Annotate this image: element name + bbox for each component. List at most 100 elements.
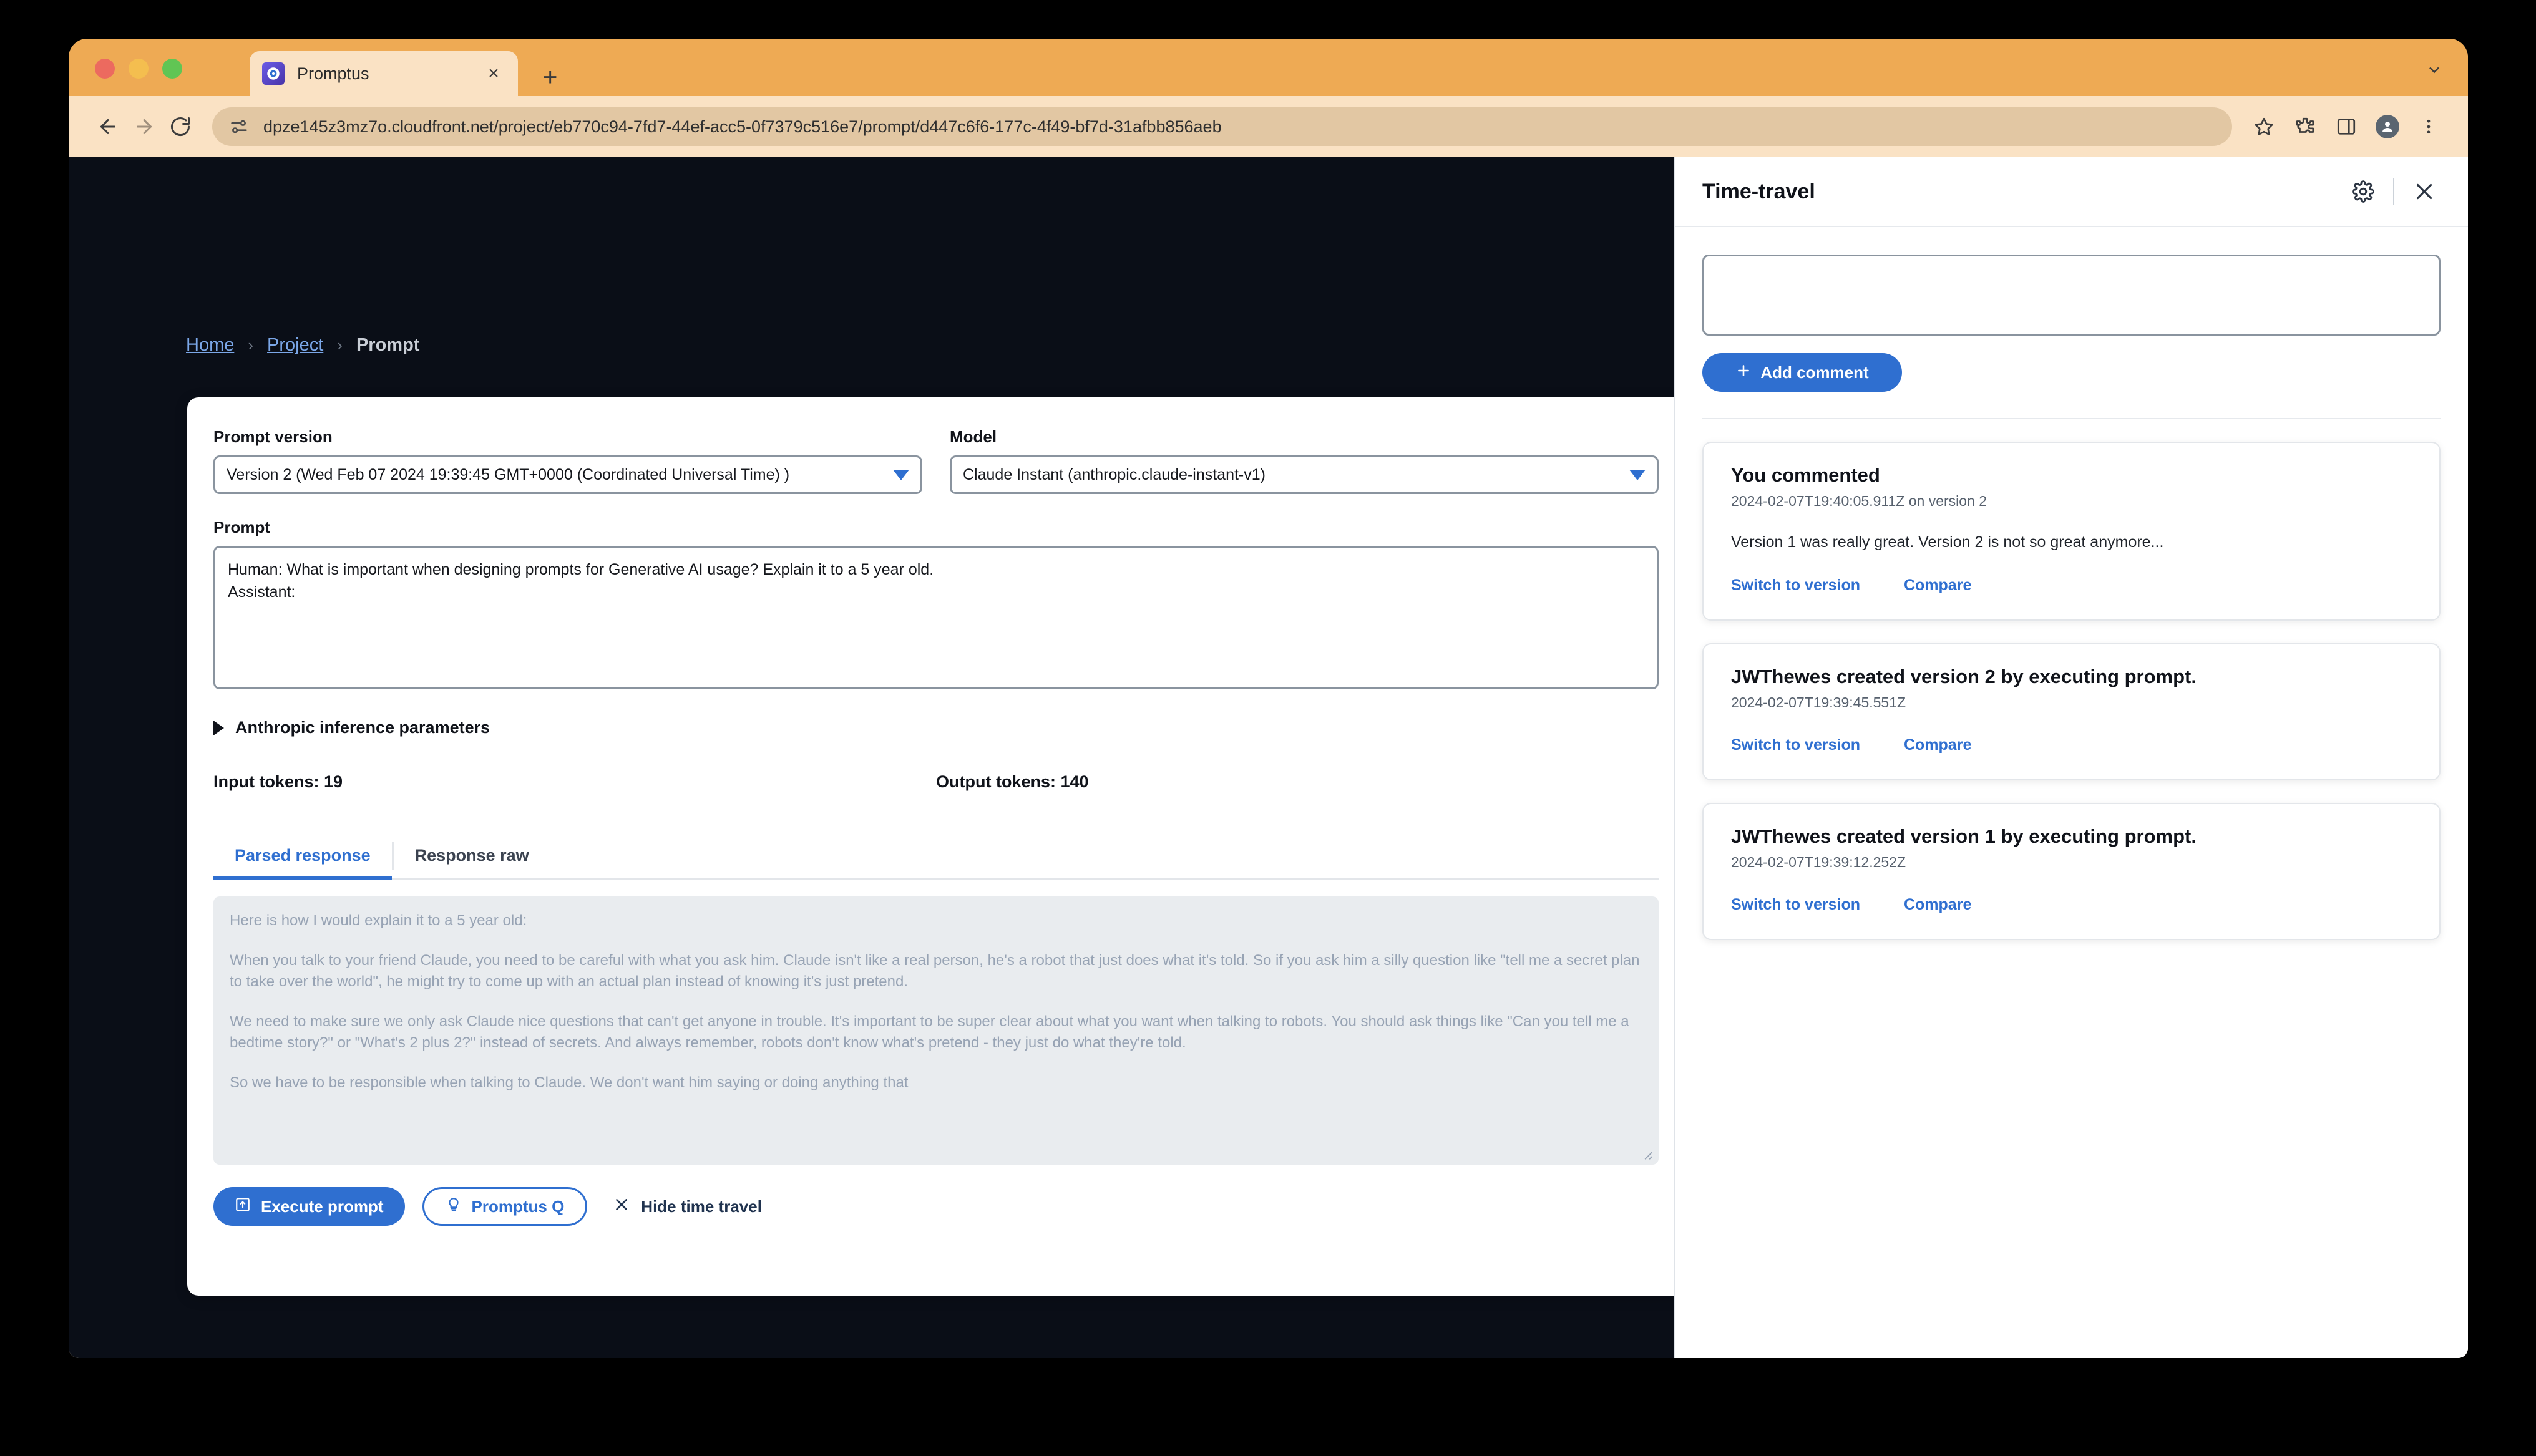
event-actions: Switch to version Compare <box>1731 896 2412 914</box>
forward-icon <box>126 109 162 145</box>
time-travel-title: Time-travel <box>1702 179 1815 203</box>
model-label: Model <box>950 427 997 446</box>
hide-time-travel-label: Hide time travel <box>641 1196 762 1216</box>
close-icon[interactable]: × <box>482 64 505 83</box>
window-controls[interactable] <box>95 59 182 79</box>
avatar[interactable] <box>2369 109 2406 145</box>
gear-icon[interactable] <box>2347 175 2379 208</box>
response-paragraph: We need to make sure we only ask Claude … <box>230 1013 1629 1052</box>
minimize-window-button[interactable] <box>129 59 149 79</box>
event-comment-text: Version 1 was really great. Version 2 is… <box>1731 533 2164 551</box>
compare-link[interactable]: Compare <box>1904 896 1971 914</box>
execute-icon <box>235 1196 251 1217</box>
header-divider <box>2393 178 2394 205</box>
event-title: You commented <box>1731 464 1880 486</box>
comment-input[interactable] <box>1702 255 2441 336</box>
hide-time-travel-button[interactable]: Hide time travel <box>605 1187 771 1226</box>
switch-to-version-link[interactable]: Switch to version <box>1731 896 1860 914</box>
browser-toolbar: dpze145z3mz7o.cloudfront.net/project/eb7… <box>69 96 2468 157</box>
breadcrumb-item-prompt: Prompt <box>356 335 420 355</box>
response-paragraph: So we have to be responsible when talkin… <box>230 1074 909 1092</box>
event-timestamp: 2024-02-07T19:39:45.551Z <box>1731 694 1906 711</box>
section-divider <box>1702 418 2441 419</box>
close-icon <box>613 1196 630 1217</box>
prompt-input[interactable]: Human: What is important when designing … <box>213 546 1659 689</box>
output-tokens: Output tokens: 140 <box>936 772 1089 791</box>
switch-to-version-link[interactable]: Switch to version <box>1731 576 1860 595</box>
prompt-version-select[interactable]: Version 2 (Wed Feb 07 2024 19:39:45 GMT+… <box>213 455 922 494</box>
prompt-actions: Execute prompt Promptus Q Hide time trav… <box>213 1187 1659 1226</box>
time-travel-header: Time-travel <box>1675 157 2468 227</box>
response-paragraph: Here is how I would explain it to a 5 ye… <box>230 912 527 929</box>
response-tabs: Parsed response Response raw <box>213 833 1659 880</box>
add-comment-button[interactable]: Add comment <box>1702 353 1902 392</box>
chevron-down-icon[interactable] <box>2426 61 2443 79</box>
new-tab-button[interactable]: + <box>543 65 557 90</box>
event-actions: Switch to version Compare <box>1731 736 2412 754</box>
switch-to-version-link[interactable]: Switch to version <box>1731 736 1860 754</box>
chevron-right-icon: › <box>248 336 254 354</box>
site-settings-icon[interactable] <box>228 116 250 137</box>
compare-link[interactable]: Compare <box>1904 576 1971 595</box>
event-timestamp: 2024-02-07T19:40:05.911Z on version 2 <box>1731 493 1987 509</box>
bookmark-star-icon[interactable] <box>2246 109 2282 145</box>
timeline-event-card: JWThewes created version 2 by executing … <box>1702 643 2441 780</box>
address-bar[interactable]: dpze145z3mz7o.cloudfront.net/project/eb7… <box>212 107 2232 146</box>
model-value: Claude Instant (anthropic.claude-instant… <box>963 465 1266 483</box>
promptus-q-label: Promptus Q <box>471 1196 565 1216</box>
panel-splitter-handle[interactable] <box>1672 745 1674 770</box>
breadcrumb: Home › Project › Prompt <box>186 335 419 356</box>
resize-grip-icon[interactable] <box>1640 1147 1654 1161</box>
breadcrumb-item-home[interactable]: Home <box>186 335 234 356</box>
prompt-version-label: Prompt version <box>213 427 333 446</box>
event-actions: Switch to version Compare <box>1731 576 2412 595</box>
back-icon[interactable] <box>90 109 126 145</box>
breadcrumb-item-project[interactable]: Project <box>267 335 323 356</box>
response-paragraph: When you talk to your friend Claude, you… <box>230 952 1640 991</box>
browser-tab[interactable]: Promptus × <box>250 51 518 96</box>
timeline-event-card: You commented 2024-02-07T19:40:05.911Z o… <box>1702 442 2441 621</box>
chevron-down-icon <box>893 469 909 480</box>
tab-parsed-response[interactable]: Parsed response <box>213 833 392 880</box>
accordion-label: Anthropic inference parameters <box>235 718 490 737</box>
toolbar-actions <box>2246 109 2447 145</box>
time-travel-panel: Time-travel Add comment You commented 20… <box>1674 157 2468 1358</box>
browser-menu-icon[interactable] <box>2411 109 2447 145</box>
lightbulb-icon <box>446 1196 462 1217</box>
extensions-icon[interactable] <box>2287 109 2323 145</box>
prompt-label: Prompt <box>213 518 270 536</box>
promptus-favicon-icon <box>262 62 285 85</box>
event-title: JWThewes created version 2 by executing … <box>1731 666 2197 687</box>
reload-icon[interactable] <box>162 109 198 145</box>
anthropic-inference-parameters-accordion[interactable]: Anthropic inference parameters <box>213 718 1659 737</box>
event-timestamp: 2024-02-07T19:39:12.252Z <box>1731 854 1906 870</box>
prompt-card: Prompt version Version 2 (Wed Feb 07 202… <box>187 397 1674 1296</box>
model-select[interactable]: Claude Instant (anthropic.claude-instant… <box>950 455 1659 494</box>
token-counts: Input tokens: 19 Output tokens: 140 <box>213 772 1659 792</box>
time-travel-body: Add comment You commented 2024-02-07T19:… <box>1675 227 2468 940</box>
tab-response-raw[interactable]: Response raw <box>394 833 550 878</box>
selectors-row: Prompt version Version 2 (Wed Feb 07 202… <box>213 427 1659 494</box>
input-tokens: Input tokens: 19 <box>213 772 343 791</box>
side-panel-icon[interactable] <box>2328 109 2364 145</box>
page-viewport: Home › Project › Prompt Prompt version V… <box>69 157 2468 1358</box>
add-comment-label: Add comment <box>1760 362 1869 382</box>
model-field: Model Claude Instant (anthropic.claude-i… <box>950 427 1659 494</box>
avatar-circle <box>2376 115 2399 138</box>
timeline-event-card: JWThewes created version 1 by executing … <box>1702 803 2441 940</box>
promptus-q-button[interactable]: Promptus Q <box>422 1187 588 1226</box>
prompt-version-value: Version 2 (Wed Feb 07 2024 19:39:45 GMT+… <box>227 465 790 483</box>
execute-prompt-button[interactable]: Execute prompt <box>213 1187 405 1226</box>
caret-right-icon <box>213 720 224 735</box>
maximize-window-button[interactable] <box>162 59 182 79</box>
app-main-area: Home › Project › Prompt Prompt version V… <box>69 157 1674 1358</box>
chevron-right-icon: › <box>337 336 343 354</box>
close-icon[interactable] <box>2408 175 2441 208</box>
compare-link[interactable]: Compare <box>1904 736 1971 754</box>
execute-prompt-label: Execute prompt <box>261 1196 384 1216</box>
browser-window: Promptus × + dpze145z3mz7o.cloudfront.ne… <box>69 39 2468 1358</box>
close-window-button[interactable] <box>95 59 115 79</box>
browser-tabstrip: Promptus × + <box>69 39 2468 96</box>
parsed-response-output[interactable]: Here is how I would explain it to a 5 ye… <box>213 896 1659 1165</box>
url-text: dpze145z3mz7o.cloudfront.net/project/eb7… <box>263 117 1222 136</box>
